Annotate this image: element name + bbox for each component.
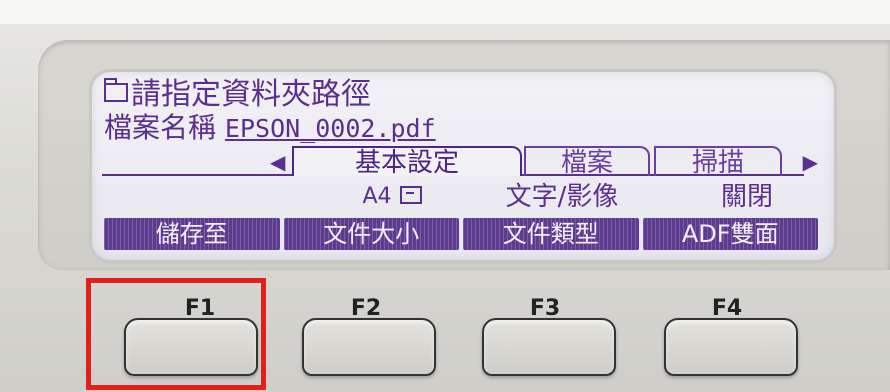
tab-right-arrow-icon: ▶: [802, 150, 818, 174]
f3-button[interactable]: [482, 318, 616, 376]
tab-bar: ◀ 基本設定 檔案 掃描 ▶: [102, 144, 820, 180]
filename-value: EPSON_0002.pdf: [224, 114, 436, 143]
doc-type-value: 文字/影像: [505, 182, 619, 212]
doc-size-value: A4: [327, 182, 457, 212]
top-band: [0, 0, 890, 24]
f1-highlight-box: [86, 278, 266, 390]
tab-scan[interactable]: 掃描: [654, 146, 782, 178]
filename-label: 檔案名稱: [104, 111, 217, 144]
f4-button[interactable]: [664, 318, 798, 376]
filename-line: 檔案名稱 EPSON_0002.pdf: [104, 112, 436, 145]
prompt-text: 請指定資料夾路徑: [131, 77, 371, 112]
document-orientation-icon: [399, 186, 422, 204]
f2-label-doc-size: 文件大小: [283, 218, 459, 250]
tab-left-arrow-icon: ◀: [270, 150, 286, 174]
tab-file[interactable]: 檔案: [524, 146, 650, 178]
settings-values: A4 文字/影像 關閉: [102, 182, 820, 212]
adf-duplex-value: 關閉: [720, 182, 773, 212]
function-key-labels: 儲存至 文件大小 文件類型 ADF雙面: [104, 218, 818, 250]
lcd-screen: 請指定資料夾路徑 檔案名稱 EPSON_0002.pdf ◀ 基本設定 檔案 掃…: [92, 72, 834, 260]
folder-icon: [104, 78, 128, 102]
f2-button[interactable]: [302, 318, 436, 376]
f1-label-save-to: 儲存至: [104, 218, 280, 250]
f3-label-doc-type: 文件類型: [463, 218, 639, 250]
prompt-line: 請指定資料夾路徑: [104, 78, 371, 112]
tab-basic-settings[interactable]: 基本設定: [292, 146, 522, 178]
f4-label-adf-duplex: ADF雙面: [642, 218, 818, 250]
